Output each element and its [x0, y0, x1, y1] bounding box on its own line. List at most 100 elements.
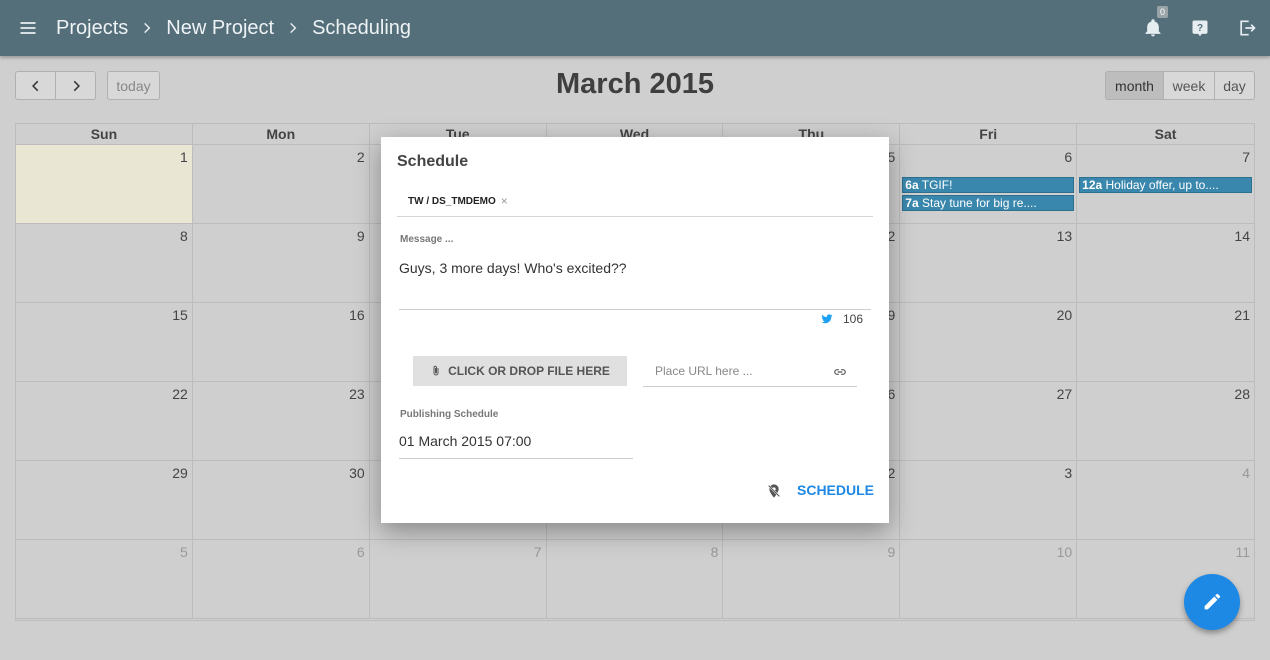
- day-cell[interactable]: 9: [723, 540, 901, 619]
- chevron-right-icon: [286, 21, 300, 35]
- day-cell[interactable]: 8: [546, 540, 724, 619]
- char-counter: 106: [821, 312, 863, 326]
- day-cell[interactable]: 2: [192, 145, 370, 224]
- breadcrumb: Projects New Project Scheduling: [56, 17, 411, 40]
- calendar-event[interactable]: 7a Stay tune for big re....: [902, 195, 1075, 211]
- day-number: 29: [172, 465, 188, 481]
- day-cell[interactable]: 30: [192, 461, 370, 540]
- day-cell[interactable]: 5: [16, 540, 193, 619]
- day-cell[interactable]: 3: [900, 461, 1078, 540]
- day-number: 1: [180, 149, 188, 165]
- day-number: 5: [180, 544, 188, 560]
- day-cell[interactable]: 13: [900, 224, 1078, 303]
- logout-button[interactable]: [1223, 0, 1270, 56]
- event-title: Stay tune for big re....: [921, 196, 1037, 210]
- weekday-label: Mon: [192, 124, 370, 145]
- weekday-label: Sat: [1077, 124, 1254, 145]
- calendar-title: March 2015: [556, 68, 714, 100]
- file-upload-button[interactable]: CLICK OR DROP FILE HERE: [413, 356, 627, 386]
- day-number: 9: [356, 228, 365, 244]
- day-cell[interactable]: 14: [1077, 224, 1254, 303]
- chevron-right-icon: [73, 80, 80, 91]
- day-cell[interactable]: 29: [16, 461, 193, 540]
- day-number: 8: [710, 544, 719, 560]
- day-cell[interactable]: 20: [900, 303, 1078, 382]
- day-cell[interactable]: 23: [192, 382, 370, 461]
- today-button[interactable]: today: [107, 71, 160, 100]
- day-cell[interactable]: 6 6a TGIF! 7a Stay tune for big re....: [900, 145, 1078, 224]
- weekday-label: Fri: [900, 124, 1078, 145]
- pencil-icon: [1204, 593, 1221, 610]
- day-cell[interactable]: 27: [900, 382, 1078, 461]
- day-number: 15: [172, 307, 188, 323]
- chevron-right-icon: [140, 21, 154, 35]
- view-day-button[interactable]: day: [1214, 71, 1255, 100]
- day-number: 10: [1056, 544, 1073, 560]
- svg-text:?: ?: [1196, 23, 1202, 34]
- help-button[interactable]: ?: [1176, 0, 1223, 56]
- day-number: 14: [1234, 228, 1250, 244]
- day-cell[interactable]: 8: [16, 224, 193, 303]
- day-number: 16: [349, 307, 365, 323]
- day-cell[interactable]: 15: [16, 303, 193, 382]
- weekday-label: Sun: [16, 124, 193, 145]
- prev-month-button[interactable]: [15, 71, 56, 100]
- account-chip: TW / DS_TMDEMO ×: [408, 194, 508, 208]
- help-icon: ?: [1192, 20, 1207, 37]
- day-number: 2: [356, 149, 365, 165]
- day-cell[interactable]: 6: [192, 540, 370, 619]
- chip-remove-icon[interactable]: ×: [501, 194, 508, 208]
- compose-fab-button[interactable]: [1184, 574, 1240, 630]
- bell-icon: [1145, 19, 1160, 37]
- breadcrumb-new-project[interactable]: New Project: [166, 17, 274, 40]
- day-number: 23: [349, 386, 365, 402]
- dialog-title: Schedule: [397, 153, 469, 170]
- day-number: 6: [1064, 149, 1073, 165]
- message-label: Message ...: [400, 234, 454, 245]
- day-cell[interactable]: 9: [192, 224, 370, 303]
- day-cell[interactable]: 28: [1077, 382, 1254, 461]
- day-cell[interactable]: 21: [1077, 303, 1254, 382]
- publishing-datetime-input[interactable]: 01 March 2015 07:00: [399, 433, 633, 459]
- logout-icon: [1239, 20, 1256, 36]
- account-selector[interactable]: TW / DS_TMDEMO ×: [397, 191, 873, 217]
- day-number: 30: [349, 465, 365, 481]
- account-chip-label: TW / DS_TMDEMO: [408, 195, 496, 207]
- day-number: 4: [1242, 465, 1250, 481]
- day-cell[interactable]: 7: [369, 540, 547, 619]
- event-time: 12a: [1082, 178, 1103, 192]
- day-cell[interactable]: 16: [192, 303, 370, 382]
- top-actions: 0 ?: [1129, 0, 1270, 56]
- day-number: 21: [1234, 307, 1250, 323]
- breadcrumb-projects[interactable]: Projects: [56, 17, 128, 40]
- day-cell[interactable]: 1: [16, 145, 193, 224]
- day-cell[interactable]: 10: [900, 540, 1078, 619]
- day-number: 27: [1056, 386, 1073, 402]
- calendar-event[interactable]: 6a TGIF!: [902, 177, 1075, 193]
- day-number: 7: [533, 544, 542, 560]
- day-cell[interactable]: 22: [16, 382, 193, 461]
- day-number: 3: [1064, 465, 1073, 481]
- notifications-button[interactable]: 0: [1129, 0, 1176, 56]
- view-week-button[interactable]: week: [1163, 71, 1215, 100]
- link-icon[interactable]: [833, 365, 847, 379]
- day-number: 22: [172, 386, 188, 402]
- location-off-icon[interactable]: [766, 483, 782, 499]
- message-textarea[interactable]: Guys, 3 more days! Who's excited??: [399, 260, 871, 310]
- notification-count-badge: 0: [1156, 6, 1168, 18]
- menu-button[interactable]: [0, 0, 56, 56]
- next-month-button[interactable]: [55, 71, 96, 100]
- day-cell[interactable]: 7 12a Holiday offer, up to....: [1077, 145, 1254, 224]
- view-month-button[interactable]: month: [1105, 71, 1164, 100]
- paperclip-icon: [433, 365, 439, 376]
- publishing-label: Publishing Schedule: [400, 409, 499, 420]
- day-cell[interactable]: 4: [1077, 461, 1254, 540]
- event-title: TGIF!: [921, 178, 953, 192]
- calendar-event[interactable]: 12a Holiday offer, up to....: [1079, 177, 1252, 193]
- day-number: 13: [1056, 228, 1073, 244]
- event-title: Holiday offer, up to....: [1105, 178, 1219, 192]
- menu-icon: [20, 22, 36, 34]
- url-input[interactable]: [655, 361, 825, 381]
- event-time: 7a: [905, 196, 919, 210]
- schedule-button[interactable]: SCHEDULE: [797, 482, 874, 498]
